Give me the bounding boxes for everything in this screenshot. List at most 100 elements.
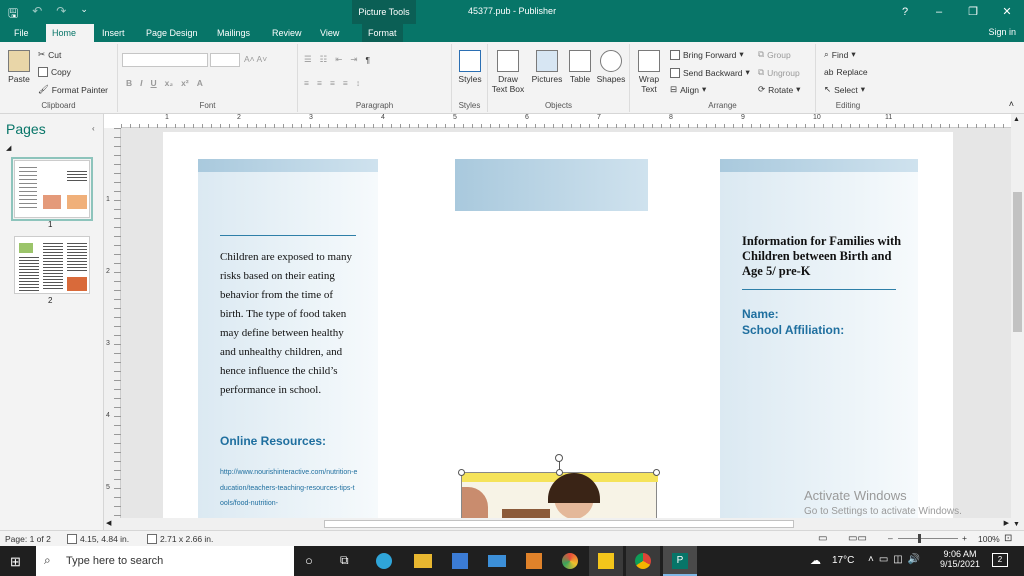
font-size-input[interactable] [210,53,240,67]
online-resources-heading[interactable]: Online Resources: [220,434,326,448]
sticky-notes-taskbar-item[interactable] [589,546,623,576]
collapse-pane-icon[interactable]: ‹ [92,124,95,133]
tab-page-design[interactable]: Page Design [140,24,204,42]
resize-handle-tc[interactable] [556,469,563,476]
zoom-slider[interactable] [898,538,958,539]
tab-home[interactable]: Home [46,24,94,42]
page-indicator[interactable]: Page: 1 of 2 [5,534,51,544]
horizontal-scrollbar[interactable]: ◀ ▶ [104,518,1011,530]
scroll-right-icon[interactable]: ▶ [1004,519,1009,527]
edge-icon[interactable] [376,553,392,569]
select-button[interactable]: ↖ Select ▾ [824,84,865,95]
notification-center-icon[interactable]: 2 [992,553,1008,567]
scroll-down-icon[interactable]: ▼ [1013,521,1020,528]
vertical-scrollbar[interactable]: ▲ ▼ [1011,114,1024,530]
tab-view[interactable]: View [314,24,345,42]
bring-forward-button[interactable]: Bring Forward ▾ [670,49,744,60]
underline-icon[interactable]: U [151,78,157,88]
bold-icon[interactable]: B [126,78,132,88]
tab-review[interactable]: Review [266,24,308,42]
two-page-view-icon[interactable]: ▭▭ [848,533,867,544]
align-button[interactable]: ⊟ Align ▾ [670,84,706,95]
publisher-taskbar-item[interactable]: P [663,546,697,576]
tab-mailings[interactable]: Mailings [211,24,256,42]
font-name-input[interactable] [122,53,208,67]
font-color-icon[interactable]: A [197,78,203,88]
resize-handle-tr[interactable] [653,469,660,476]
tab-file[interactable]: File [8,24,35,42]
save-icon[interactable]: 🖫 [8,4,18,25]
system-tray-icons[interactable]: ˄▭◫🔊 [868,554,925,565]
increase-indent-icon[interactable]: ⇥ [350,54,357,65]
expand-arrow-icon[interactable]: ◢ [6,144,11,152]
paste-button[interactable]: Paste [6,50,32,84]
table-button[interactable]: Table [566,50,594,84]
rotate-button[interactable]: ⟳ Rotate ▾ [758,84,800,95]
fit-page-icon[interactable]: ⊡ [1004,533,1012,544]
document-canvas[interactable]: Children are exposed to many risks based… [121,128,1011,518]
minimize-button[interactable]: – [922,0,956,24]
name-label[interactable]: Name: [742,307,779,321]
italic-icon[interactable]: I [140,78,142,88]
copy-button[interactable]: Copy [38,67,71,77]
mail-icon[interactable] [488,555,506,567]
align-right-icon[interactable]: ≡ [330,78,335,88]
sublime-icon[interactable] [526,553,542,569]
align-left-icon[interactable]: ≡ [304,78,309,88]
zoom-level[interactable]: 100% [978,534,1000,544]
tab-insert[interactable]: Insert [96,24,131,42]
left-body-text[interactable]: Children are exposed to many risks based… [220,248,352,400]
scroll-up-icon[interactable]: ▲ [1013,116,1020,123]
align-center-icon[interactable]: ≡ [317,78,322,88]
zoom-slider-thumb[interactable] [918,534,921,543]
numbering-icon[interactable]: ☷ [320,54,328,65]
subscript-icon[interactable]: x₂ [165,78,174,88]
pictures-button[interactable]: Pictures [528,50,566,84]
superscript-icon[interactable]: x² [181,78,189,88]
rotate-handle[interactable] [555,454,563,462]
collapse-ribbon-icon[interactable]: ˄ [1009,99,1014,109]
bullets-icon[interactable]: ☰ [304,54,312,65]
customize-qat-icon[interactable]: ⌄ [80,4,88,25]
store-icon[interactable] [452,553,468,569]
vertical-scroll-thumb[interactable] [1013,192,1022,332]
redo-icon[interactable]: ↷ [56,4,66,25]
shapes-button[interactable]: Shapes [594,50,628,84]
replace-button[interactable]: ab Replace [824,67,868,77]
restore-button[interactable]: ❐ [956,0,990,24]
vertical-ruler[interactable]: 1 2 3 4 5 [104,128,121,518]
wrap-text-button[interactable]: Wrap Text [634,50,664,94]
app-icon[interactable] [562,553,578,569]
selected-picture[interactable] [461,472,658,518]
zoom-out-button[interactable]: – [888,533,893,543]
horizontal-scroll-thumb[interactable] [324,520,794,528]
taskbar-search-box[interactable]: ⌕ Type here to search [36,546,294,576]
resource-link[interactable]: http://www.nourishinteractive.com/nutrit… [220,465,358,512]
help-button[interactable]: ? [888,0,922,24]
scroll-left-icon[interactable]: ◀ [106,519,111,527]
school-affiliation-label[interactable]: School Affiliation: [742,323,844,337]
page-thumbnail-2[interactable] [14,236,90,294]
close-button[interactable]: ✕ [990,0,1024,24]
page-thumbnail-1[interactable] [11,157,93,221]
temperature[interactable]: 17°C [832,555,854,566]
file-explorer-icon[interactable] [414,554,432,568]
justify-icon[interactable]: ≡ [343,78,348,88]
tab-format[interactable]: Format [362,24,403,42]
cut-button[interactable]: ✂ Cut [38,49,61,60]
send-backward-button[interactable]: Send Backward ▾ [670,67,750,78]
resize-handle-tl[interactable] [458,469,465,476]
sign-in-link[interactable]: Sign in [988,27,1016,37]
format-painter-button[interactable]: 🖌 Format Painter [38,84,108,95]
undo-icon[interactable]: ↶ [32,4,42,25]
decrease-indent-icon[interactable]: ⇤ [335,54,342,65]
brochure-title[interactable]: Information for Families with Children b… [742,234,908,279]
line-spacing-icon[interactable]: ↕ [356,78,360,88]
task-view-icon[interactable]: ⧉ [340,553,349,568]
group-button[interactable]: ⧉ Group [758,49,791,60]
chrome-taskbar-item[interactable] [626,546,660,576]
windows-start-icon[interactable]: ⊞ [10,554,21,570]
horizontal-ruler[interactable]: 1 2 3 4 5 6 7 8 9 10 11 [121,114,1011,128]
clock[interactable]: 9:06 AM 9/15/2021 [938,549,982,569]
weather-icon[interactable]: ☁ [810,554,821,567]
